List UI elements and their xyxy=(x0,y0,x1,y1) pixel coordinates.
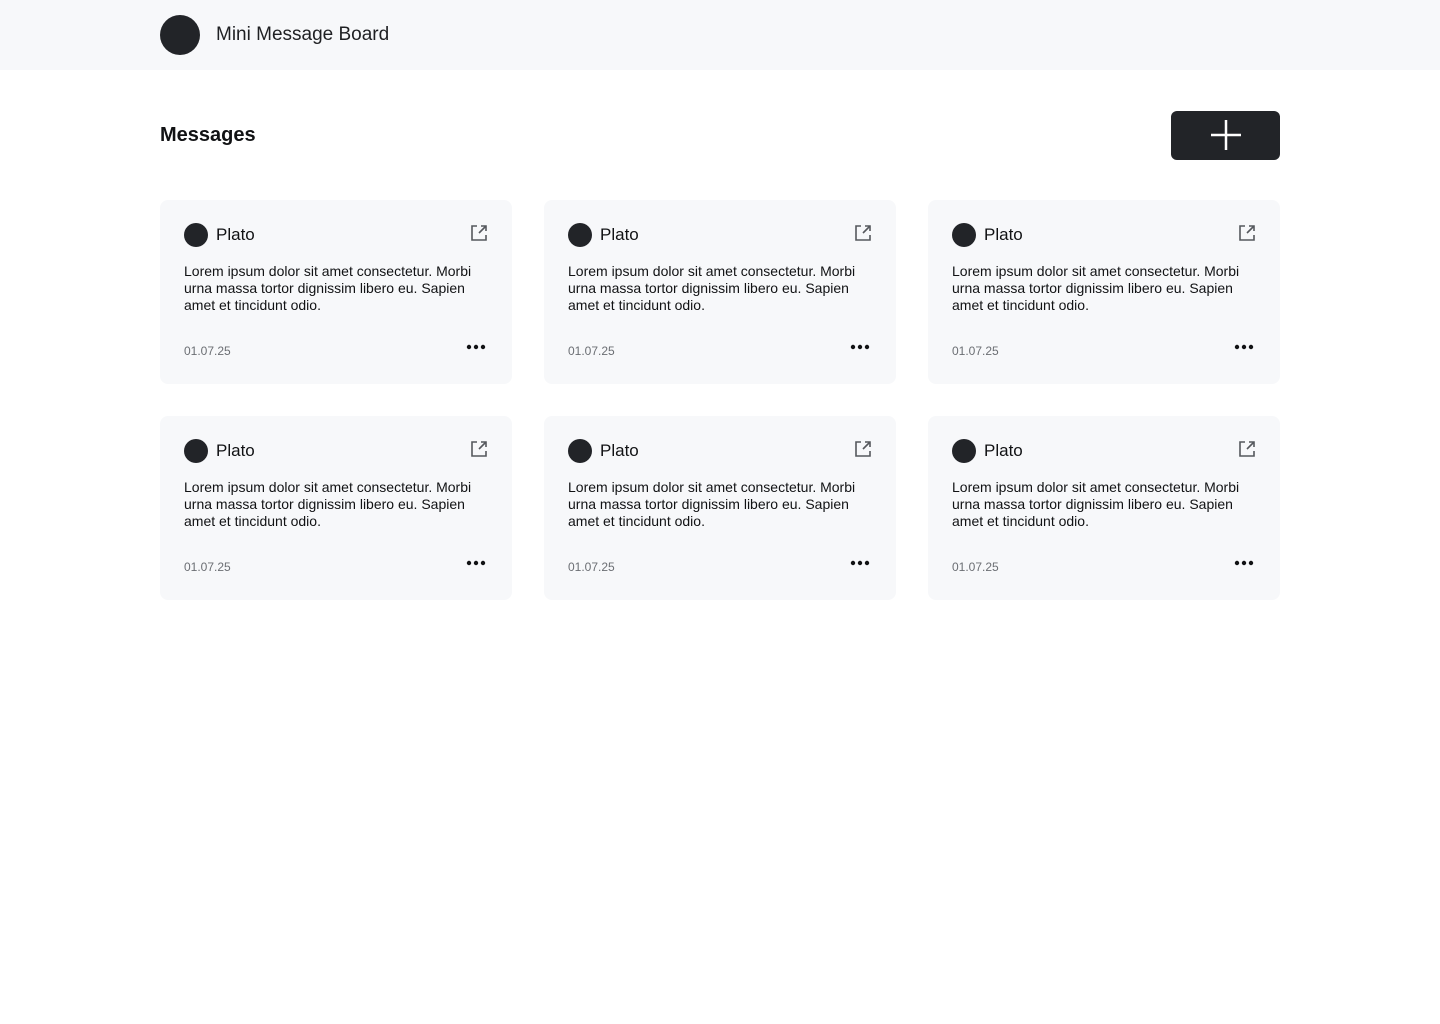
open-message-link[interactable] xyxy=(854,224,872,242)
more-options-button[interactable] xyxy=(848,338,872,356)
more-horizontal-icon xyxy=(850,560,870,566)
message-date: 01.07.25 xyxy=(184,344,231,358)
message-date: 01.07.25 xyxy=(568,344,615,358)
message-author: Plato xyxy=(984,225,1023,244)
external-link-icon xyxy=(1239,225,1255,241)
avatar-icon xyxy=(184,439,208,463)
more-options-button[interactable] xyxy=(848,554,872,572)
external-link-icon xyxy=(1239,441,1255,457)
message-card: Plato Lorem ipsum dolor sit amet consect… xyxy=(928,416,1280,600)
message-card: Plato Lorem ipsum dolor sit amet consect… xyxy=(928,200,1280,384)
message-date: 01.07.25 xyxy=(952,560,999,574)
more-horizontal-icon xyxy=(1234,344,1254,350)
open-message-link[interactable] xyxy=(470,440,488,458)
avatar-icon xyxy=(184,223,208,247)
message-author: Plato xyxy=(216,441,255,460)
app-title: Mini Message Board xyxy=(216,24,390,45)
page-title: Messages xyxy=(160,123,256,146)
more-horizontal-icon xyxy=(466,344,486,350)
circle-logo-icon xyxy=(160,15,200,55)
message-card: Plato Lorem ipsum dolor sit amet consect… xyxy=(544,416,896,600)
message-date: 01.07.25 xyxy=(184,560,231,574)
more-options-button[interactable] xyxy=(1232,338,1256,356)
message-author: Plato xyxy=(984,441,1023,460)
more-options-button[interactable] xyxy=(464,554,488,572)
message-text: Lorem ipsum dolor sit amet consectetur. … xyxy=(952,479,1240,529)
open-message-link[interactable] xyxy=(1238,224,1256,242)
more-options-button[interactable] xyxy=(464,338,488,356)
message-text: Lorem ipsum dolor sit amet consectetur. … xyxy=(568,263,856,313)
open-message-link[interactable] xyxy=(854,440,872,458)
plus-icon xyxy=(1210,120,1241,150)
external-link-icon xyxy=(855,225,871,241)
message-card: Plato Lorem ipsum dolor sit amet consect… xyxy=(160,416,512,600)
external-link-icon xyxy=(471,441,487,457)
more-horizontal-icon xyxy=(466,560,486,566)
message-card: Plato Lorem ipsum dolor sit amet consect… xyxy=(544,200,896,384)
avatar-icon xyxy=(568,439,592,463)
message-author: Plato xyxy=(600,441,639,460)
toolbar: Messages xyxy=(160,70,1280,200)
app-header: Mini Message Board xyxy=(0,0,1440,70)
message-text: Lorem ipsum dolor sit amet consectetur. … xyxy=(952,263,1240,313)
main-content: Messages Plato Lorem ipsum dolor sit ame… xyxy=(160,70,1280,600)
avatar-icon xyxy=(952,223,976,247)
message-date: 01.07.25 xyxy=(568,560,615,574)
message-text: Lorem ipsum dolor sit amet consectetur. … xyxy=(184,479,472,529)
external-link-icon xyxy=(855,441,871,457)
message-card: Plato Lorem ipsum dolor sit amet consect… xyxy=(160,200,512,384)
more-horizontal-icon xyxy=(1234,560,1254,566)
add-message-button[interactable] xyxy=(1171,110,1280,160)
message-text: Lorem ipsum dolor sit amet consectetur. … xyxy=(184,263,472,313)
external-link-icon xyxy=(471,225,487,241)
avatar-icon xyxy=(952,439,976,463)
message-grid: Plato Lorem ipsum dolor sit amet consect… xyxy=(160,200,1280,600)
more-horizontal-icon xyxy=(850,344,870,350)
message-date: 01.07.25 xyxy=(952,344,999,358)
more-options-button[interactable] xyxy=(1232,554,1256,572)
open-message-link[interactable] xyxy=(470,224,488,242)
message-author: Plato xyxy=(600,225,639,244)
message-text: Lorem ipsum dolor sit amet consectetur. … xyxy=(568,479,856,529)
avatar-icon xyxy=(568,223,592,247)
message-author: Plato xyxy=(216,225,255,244)
open-message-link[interactable] xyxy=(1238,440,1256,458)
